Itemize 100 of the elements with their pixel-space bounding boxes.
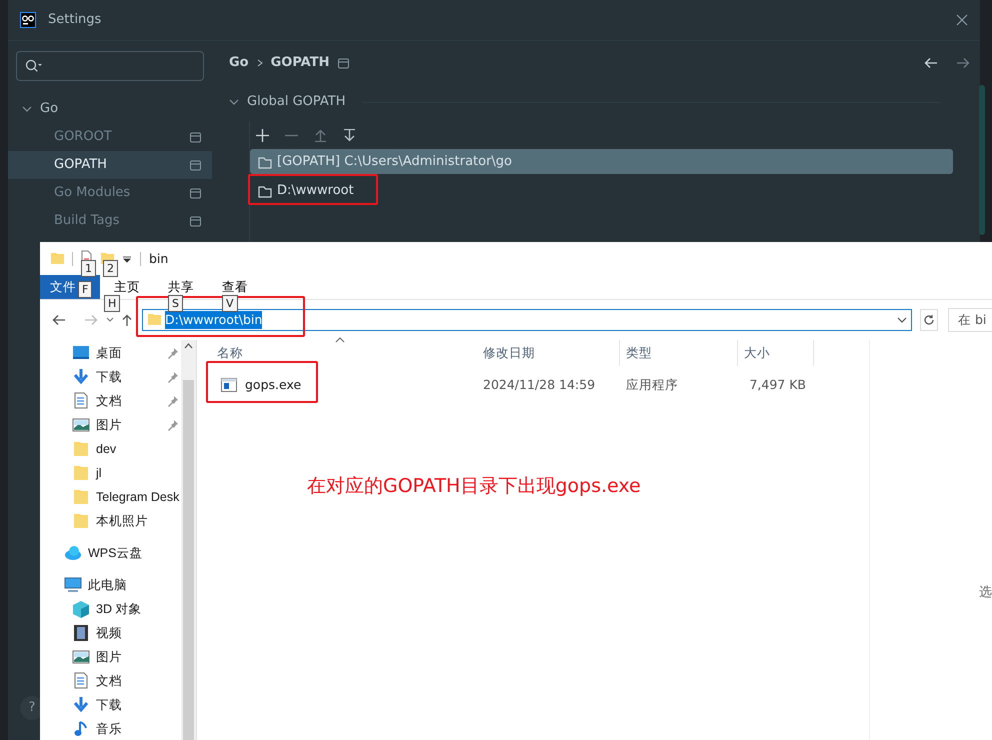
folder-icon (50, 251, 64, 267)
nav-label: 3D 对象 (96, 600, 142, 618)
nav-item[interactable]: 桌面 (40, 341, 181, 365)
refresh-button[interactable] (920, 309, 938, 331)
scrollbar[interactable] (979, 85, 985, 235)
picture-icon (72, 416, 90, 434)
add-icon[interactable] (256, 128, 269, 142)
nav-label: jl (96, 464, 102, 482)
nav-label: 此电脑 (88, 576, 127, 594)
nav-label: 文档 (96, 672, 122, 690)
tree-label: Go Modules (54, 184, 130, 202)
tree-item[interactable]: GOPATH (8, 151, 212, 179)
folder-icon (72, 464, 90, 482)
pin-icon (167, 347, 179, 359)
path-label: D:\wwwroot (277, 182, 354, 200)
folder-icon (258, 184, 272, 198)
nav-item[interactable]: 图片 (40, 413, 181, 437)
breadcrumb-item: GOPATH (270, 54, 330, 72)
nav-label: 音乐 (96, 720, 122, 738)
tree-item[interactable]: Go (8, 95, 212, 123)
document-icon (72, 672, 90, 690)
nav-item[interactable]: jl (40, 461, 181, 485)
pin-icon (167, 371, 179, 383)
caret-down-icon[interactable] (122, 254, 132, 264)
nav-item[interactable]: 图片 (40, 645, 181, 669)
keytip: S (168, 295, 183, 312)
column-header[interactable]: 名称 (217, 340, 477, 366)
folder-icon (258, 154, 272, 168)
column-header[interactable]: 修改日期 (477, 340, 620, 366)
nav-label: 图片 (96, 416, 122, 434)
keytip: 2 (103, 260, 118, 277)
address-field[interactable]: D:\wwwroot\bin (142, 309, 912, 331)
forward-arrow-icon[interactable] (956, 57, 970, 69)
nav-item[interactable]: 下载 (40, 365, 181, 389)
nav-item[interactable]: 文档 (40, 669, 181, 693)
nav-item[interactable]: 视频 (40, 621, 181, 645)
nav-label: 下载 (96, 368, 122, 386)
search-icon (25, 59, 43, 73)
breadcrumb-item: Go (229, 54, 249, 72)
desktop-icon (72, 344, 90, 362)
cube-icon (72, 600, 90, 618)
close-button[interactable] (956, 14, 968, 26)
nav-label: 图片 (96, 648, 122, 666)
path-label: [GOPATH] C:\Users\Administrator\go (277, 152, 512, 171)
folder-icon (72, 488, 90, 506)
tree-label: Build Tags (54, 212, 120, 230)
document-icon[interactable] (81, 250, 92, 262)
move-down-icon[interactable] (343, 128, 356, 142)
folder-icon (147, 312, 161, 328)
tree-label: GOROOT (54, 128, 112, 146)
column-header[interactable]: 大小 (738, 340, 814, 366)
path-row[interactable]: D:\wwwroot (250, 178, 953, 203)
up-arrow-icon[interactable] (122, 314, 132, 326)
download-icon (72, 696, 90, 714)
chevron-right-icon (256, 59, 263, 67)
window-title: Settings (48, 11, 102, 30)
folder-icon (72, 512, 90, 530)
cloud-icon (64, 544, 82, 562)
back-arrow-icon[interactable] (52, 314, 66, 326)
nav-item[interactable]: 此电脑 (40, 573, 181, 597)
nav-label: 本机照片 (96, 512, 148, 530)
sort-ascending-icon (335, 337, 345, 343)
section-title[interactable]: Global GOPATH (247, 92, 346, 112)
folder-icon (72, 440, 90, 458)
nav-label: dev (96, 440, 116, 458)
path-row[interactable]: [GOPATH] C:\Users\Administrator\go (250, 149, 953, 174)
scrollbar[interactable] (181, 340, 196, 740)
window-title: bin (149, 250, 168, 268)
nav-label: Telegram Desk (96, 488, 180, 506)
nav-label: 下载 (96, 696, 122, 714)
search-field[interactable] (16, 51, 204, 81)
keytip: F (78, 281, 92, 298)
nav-item[interactable]: Telegram Desk (40, 485, 181, 509)
nav-item[interactable]: WPS云盘 (40, 541, 181, 565)
nav-item[interactable]: dev (40, 437, 181, 461)
download-icon (72, 368, 90, 386)
picture-icon (72, 648, 90, 666)
nav-item[interactable]: 3D 对象 (40, 597, 181, 621)
details-hint: 选 (979, 584, 992, 602)
caret-down-icon[interactable] (897, 317, 907, 323)
nav-item[interactable]: 音乐 (40, 717, 181, 740)
search-field[interactable]: 在 bi (948, 308, 992, 332)
column-header[interactable]: 类型 (620, 340, 738, 366)
tree-label: Go (40, 100, 58, 118)
nav-label: 桌面 (96, 344, 122, 362)
nav-item[interactable]: 本机照片 (40, 509, 181, 533)
nav-label: 文档 (96, 392, 122, 410)
table-cell-text: 7,497 KB (748, 376, 807, 394)
film-icon (72, 624, 90, 642)
keytip: H (104, 295, 120, 312)
nav-label: 视频 (96, 624, 122, 642)
scrollbar-thumb[interactable] (183, 380, 194, 740)
tree-label: GOPATH (54, 156, 107, 174)
nav-item[interactable]: 文档 (40, 389, 181, 413)
pin-icon (167, 395, 179, 407)
annotation-text: 在对应的GOPATH目录下出现gops.exe (307, 474, 642, 499)
music-note-icon (72, 720, 90, 738)
move-up-icon[interactable] (314, 128, 327, 142)
search-placeholder: 在 bi (958, 310, 986, 329)
file-name[interactable]: gops.exe (245, 376, 302, 394)
